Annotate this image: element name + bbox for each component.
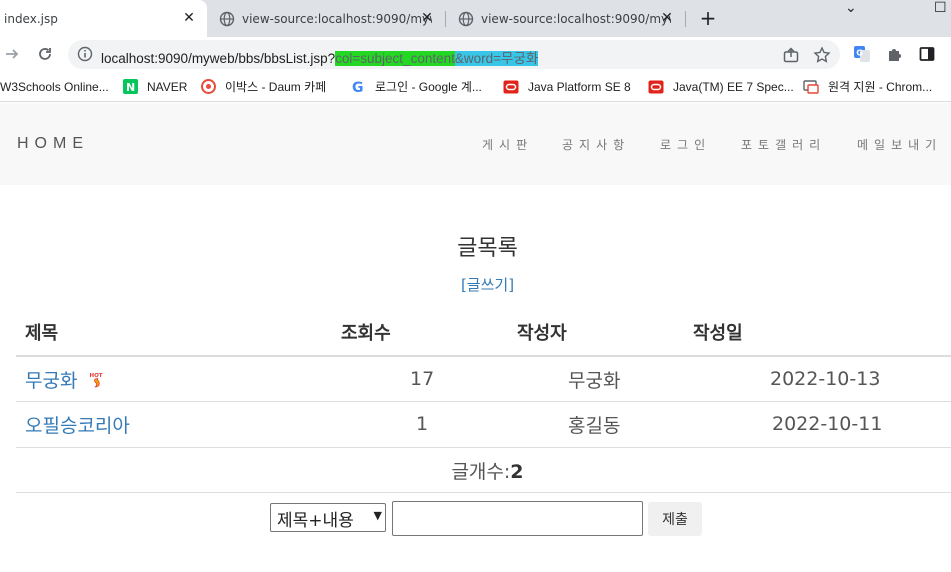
tab-title: view-source:localhost:9090/myw xyxy=(481,11,671,26)
post-writer: 홍길동 xyxy=(568,415,621,437)
post-count-label: 글개수: xyxy=(451,461,511,483)
hot-badge-text: HOT xyxy=(90,373,103,379)
site-navbar: HOME 게시판 공지사항 로그인 포토갤러리 메일보내기 xyxy=(0,103,951,185)
bookmark-label: NAVER xyxy=(147,79,188,94)
oracle-icon xyxy=(648,79,664,95)
bookmark-label: Java(TM) EE 7 Spec... xyxy=(673,79,794,94)
bookmark-naver[interactable]: N NAVER xyxy=(122,78,187,95)
url-param-word: word=무궁화 xyxy=(463,51,539,66)
remote-desktop-icon xyxy=(803,79,819,95)
tab-title: view-source:localhost:9090/myw xyxy=(242,11,432,26)
post-date: 2022-10-11 xyxy=(772,413,883,435)
naver-icon: N xyxy=(122,79,138,95)
column-header-views: 조회수 xyxy=(341,323,391,344)
google-icon: G xyxy=(350,79,366,95)
reload-icon[interactable] xyxy=(34,43,56,65)
header-divider xyxy=(16,355,951,357)
post-subject-link[interactable]: 무궁화 xyxy=(25,366,77,393)
column-header-subject: 제목 xyxy=(25,323,59,344)
address-bar[interactable]: localhost:9090/myweb/bbs/bbsList.jsp?col… xyxy=(68,40,840,69)
tab-close-icon[interactable]: ✕ xyxy=(659,10,675,26)
post-count: 글개수:2 xyxy=(0,457,951,484)
google-translate-icon[interactable]: G xyxy=(853,45,871,63)
svg-text:G: G xyxy=(856,49,863,58)
maximize-icon[interactable]: ☐ xyxy=(934,0,947,20)
submit-button[interactable]: 제출 xyxy=(648,502,702,536)
tab-strip: index.jsp ✕ view-source:localhost:9090/m… xyxy=(0,0,951,37)
tab-separator xyxy=(685,11,686,27)
naver-icon-letter: N xyxy=(126,81,135,94)
search-column-select[interactable]: 제목+내용 ▼ xyxy=(270,503,386,532)
tab-close-icon[interactable]: ✕ xyxy=(181,10,197,26)
nav-photo-gallery[interactable]: 포토갤러리 xyxy=(741,136,826,153)
bookmark-remote-support[interactable]: 원격 지원 - Chrom... xyxy=(803,78,932,95)
row-divider xyxy=(16,401,951,402)
nav-login[interactable]: 로그인 xyxy=(660,136,711,153)
post-views: 1 xyxy=(416,413,429,435)
tab-title: index.jsp xyxy=(4,11,58,26)
oracle-icon xyxy=(503,79,519,95)
hot-badge-icon: HOT xyxy=(90,373,103,388)
forward-icon[interactable] xyxy=(1,43,23,65)
minimize-icon[interactable]: ⌄ xyxy=(845,0,857,20)
post-writer: 무궁화 xyxy=(568,370,621,392)
bookmark-daum-cafe[interactable]: 이박스 - Daum 카페 xyxy=(200,78,326,95)
url-param-col: col=subject_content xyxy=(335,51,455,66)
bookmark-label: 이박스 - Daum 카페 xyxy=(225,80,327,94)
post-date: 2022-10-13 xyxy=(770,368,881,390)
bookmarks-bar: W3Schools Online... N NAVER 이박스 - Daum 카… xyxy=(0,71,951,102)
site-info-icon[interactable] xyxy=(77,46,93,62)
page-title: 글목록 xyxy=(457,236,518,261)
bookmark-java-ee7[interactable]: Java(TM) EE 7 Spec... xyxy=(648,78,794,95)
nav-notice[interactable]: 공지사항 xyxy=(562,136,630,153)
bookmark-google-login[interactable]: G 로그인 - Google 계... xyxy=(350,78,482,95)
write-post-link[interactable]: [글쓰기] xyxy=(0,274,951,295)
bookmark-star-icon[interactable] xyxy=(813,46,831,64)
url-base: localhost:9090/myweb/bbs/bbsList.jsp? xyxy=(101,51,336,66)
share-icon[interactable] xyxy=(782,46,800,64)
browser-toolbar: localhost:9090/myweb/bbs/bbsList.jsp?col… xyxy=(0,37,951,71)
daum-icon xyxy=(200,79,216,95)
bookmark-w3schools[interactable]: W3Schools Online... xyxy=(0,78,109,95)
brand-home-link[interactable]: HOME xyxy=(17,135,89,153)
extensions-puzzle-icon[interactable] xyxy=(886,45,904,63)
tab-index-jsp[interactable]: index.jsp ✕ xyxy=(0,0,207,37)
url-text: localhost:9090/myweb/bbs/bbsList.jsp?col… xyxy=(101,47,539,67)
bookmark-label: 로그인 - Google 계... xyxy=(375,80,482,94)
side-panel-icon[interactable] xyxy=(918,45,936,63)
column-header-date: 작성일 xyxy=(693,323,743,344)
google-icon-letter: G xyxy=(352,80,364,94)
post-count-value: 2 xyxy=(510,461,524,483)
count-divider xyxy=(16,492,951,493)
tab-close-icon[interactable]: ✕ xyxy=(419,10,435,26)
nav-send-mail[interactable]: 메일보내기 xyxy=(857,136,942,153)
post-subject-link[interactable]: 오필승코리아 xyxy=(25,411,130,438)
bookmark-label: 원격 지원 - Chrom... xyxy=(828,80,933,94)
bookmark-label: Java Platform SE 8 xyxy=(528,79,631,94)
search-column-value: 제목+내용 xyxy=(277,511,354,531)
bookmark-label: W3Schools Online... xyxy=(0,79,109,94)
new-tab-button[interactable]: + xyxy=(697,8,719,30)
chevron-down-icon: ▼ xyxy=(373,509,382,522)
row-divider xyxy=(16,447,951,448)
globe-icon xyxy=(219,11,235,27)
post-views: 17 xyxy=(410,368,435,390)
tab-view-source-2[interactable]: view-source:localhost:9090/myw ✕ xyxy=(446,0,685,37)
search-input[interactable] xyxy=(392,501,643,536)
url-ampersand: & xyxy=(454,51,464,66)
column-header-writer: 작성자 xyxy=(517,323,567,344)
globe-icon xyxy=(458,11,474,27)
tab-view-source-1[interactable]: view-source:localhost:9090/myw ✕ xyxy=(207,0,445,37)
bookmark-java-se8[interactable]: Java Platform SE 8 xyxy=(503,78,631,95)
nav-board[interactable]: 게시판 xyxy=(482,136,533,153)
